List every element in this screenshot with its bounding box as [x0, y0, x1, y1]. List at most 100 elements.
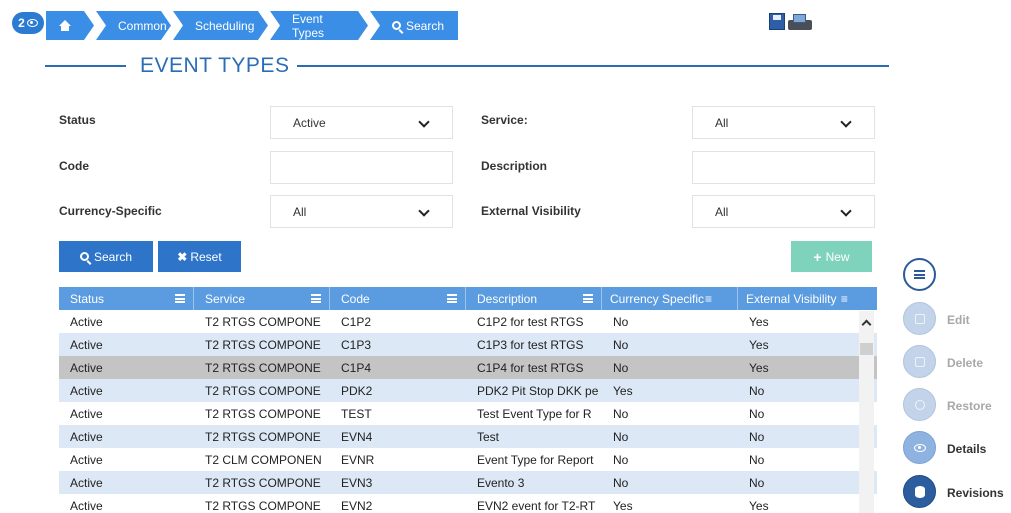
print-icon[interactable]	[788, 14, 814, 32]
breadcrumb-event-types-label: Event Types	[292, 11, 325, 40]
code-input[interactable]	[270, 151, 453, 184]
breadcrumb-search[interactable]: Search	[370, 11, 458, 40]
cell-status: Active	[70, 360, 103, 375]
close-icon: ✖	[177, 249, 188, 264]
status-select-value: Active	[293, 115, 326, 130]
revisions-action-label: Revisions	[947, 486, 1004, 500]
cell-status: Active	[70, 498, 103, 513]
column-menu-icon[interactable]	[583, 294, 593, 303]
column-header-service[interactable]: Service	[194, 287, 330, 310]
scrollbar-thumb[interactable]	[860, 343, 873, 355]
column-menu-icon[interactable]	[311, 294, 321, 303]
cell-status: Active	[70, 314, 103, 329]
cell-status: Active	[70, 406, 103, 421]
list-icon	[914, 270, 925, 279]
status-select[interactable]: Active	[270, 106, 453, 139]
breadcrumb-common[interactable]: Common	[96, 11, 171, 40]
title-divider-left	[45, 65, 126, 67]
table-row[interactable]: Active T2 RTGS COMPONE PDK2 PDK2 Pit Stop D…	[59, 379, 877, 402]
cell-service: T2 RTGS COMPONE	[205, 429, 321, 444]
title-divider-right	[297, 65, 889, 67]
search-button-label: Search	[93, 249, 133, 264]
service-label: Service:	[481, 113, 528, 127]
table-row[interactable]: Active T2 RTGS COMPONE C1P3 C1P3 for test R…	[59, 333, 877, 356]
column-header-external-visibility[interactable]: External Visibility ≡	[738, 287, 877, 310]
service-select[interactable]: All	[692, 106, 875, 139]
table-body: Active T2 RTGS COMPONE C1P2 C1P2 for test R…	[59, 310, 877, 513]
top-bar: 2 Common Scheduling Event Types Search	[0, 0, 1011, 50]
cell-code: C1P4	[341, 360, 372, 375]
edit-icon	[914, 313, 925, 324]
column-header-label: Description	[477, 291, 538, 306]
delete-action-label: Delete	[947, 356, 984, 370]
new-button[interactable]: + New	[791, 241, 872, 272]
cell-currency-specific: Yes	[613, 498, 633, 513]
save-icon[interactable]	[769, 13, 785, 30]
cell-currency-specific: No	[613, 406, 629, 421]
cell-service: T2 RTGS COMPONE	[205, 383, 321, 398]
revisions-action-button[interactable]	[903, 475, 936, 508]
column-header-code[interactable]: Code	[330, 287, 466, 310]
chevron-down-icon	[840, 116, 852, 128]
cell-description: C1P4 for test RTGS	[477, 360, 584, 375]
code-label: Code	[59, 159, 89, 173]
cell-currency-specific: No	[613, 452, 629, 467]
home-icon	[58, 20, 72, 32]
open-windows-badge[interactable]: 2	[12, 12, 44, 34]
column-chooser-button[interactable]	[903, 258, 936, 291]
cell-currency-specific: No	[613, 337, 629, 352]
cell-description: Event Type for Report	[477, 452, 594, 467]
cell-external-visibility: No	[749, 383, 765, 398]
currency-specific-select[interactable]: All	[270, 195, 453, 228]
cell-external-visibility: Yes	[749, 498, 769, 513]
breadcrumb-home[interactable]	[46, 11, 94, 40]
column-menu-icon[interactable]	[175, 294, 185, 303]
column-header-label: Status	[70, 291, 105, 306]
results-table: Status Service Code Description Currency…	[59, 287, 877, 513]
column-header-status[interactable]: Status	[59, 287, 194, 310]
search-icon	[79, 252, 89, 261]
cell-service: T2 RTGS COMPONE	[205, 360, 321, 375]
description-input[interactable]	[692, 151, 875, 184]
table-row[interactable]: Active T2 RTGS COMPONE C1P2 C1P2 for test R…	[59, 310, 877, 333]
table-scrollbar[interactable]	[859, 311, 874, 513]
cell-external-visibility: Yes	[749, 314, 769, 329]
external-visibility-select[interactable]: All	[692, 195, 875, 228]
table-row[interactable]: Active T2 RTGS COMPONE EVN2 EVN2 event for …	[59, 494, 877, 513]
edit-action-label: Edit	[947, 313, 970, 327]
delete-action-button[interactable]	[903, 345, 936, 378]
table-row[interactable]: Active T2 RTGS COMPONE TEST Test Event Type…	[59, 402, 877, 425]
chevron-up-icon[interactable]	[861, 319, 872, 330]
table-row[interactable]: Active T2 RTGS COMPONE EVN4 Test No No	[59, 425, 877, 448]
table-row[interactable]: Active T2 RTGS COMPONE EVN3 Evento 3 No No	[59, 471, 877, 494]
cell-currency-specific: No	[613, 314, 629, 329]
restore-action-label: Restore	[947, 399, 992, 413]
cell-code: C1P2	[341, 314, 372, 329]
column-menu-icon[interactable]: ≡	[705, 292, 712, 306]
column-menu-icon[interactable]	[447, 294, 457, 303]
column-header-currency-specific[interactable]: Currency Specific ≡	[602, 287, 738, 310]
breadcrumb-common-label: Common	[118, 18, 167, 33]
cell-code: TEST	[341, 406, 372, 421]
cell-description: Test	[477, 429, 500, 444]
cell-currency-specific: No	[613, 475, 629, 490]
details-action-button[interactable]	[903, 431, 936, 464]
reset-button[interactable]: ✖ Reset	[158, 241, 241, 272]
table-row[interactable]: Active T2 CLM COMPONEN EVNR Event Type for …	[59, 448, 877, 471]
badge-count: 2	[18, 16, 25, 30]
table-row[interactable]: Active T2 RTGS COMPONE C1P4 C1P4 for test R…	[59, 356, 877, 379]
external-visibility-label: External Visibility	[481, 204, 581, 218]
breadcrumb-scheduling[interactable]: Scheduling	[173, 11, 268, 40]
chevron-down-icon	[418, 205, 430, 217]
chevron-down-icon	[418, 116, 430, 128]
database-icon	[914, 485, 925, 498]
search-button[interactable]: Search	[59, 241, 153, 272]
column-header-label: External Visibility	[746, 291, 837, 306]
edit-action-button[interactable]	[903, 302, 936, 335]
cell-description: EVN2 event for T2-RT	[477, 498, 596, 513]
column-menu-icon[interactable]: ≡	[837, 292, 848, 306]
breadcrumb-event-types[interactable]: Event Types	[270, 11, 368, 40]
cell-service: T2 RTGS COMPONE	[205, 337, 321, 352]
column-header-description[interactable]: Description	[466, 287, 602, 310]
restore-action-button[interactable]	[903, 388, 936, 421]
